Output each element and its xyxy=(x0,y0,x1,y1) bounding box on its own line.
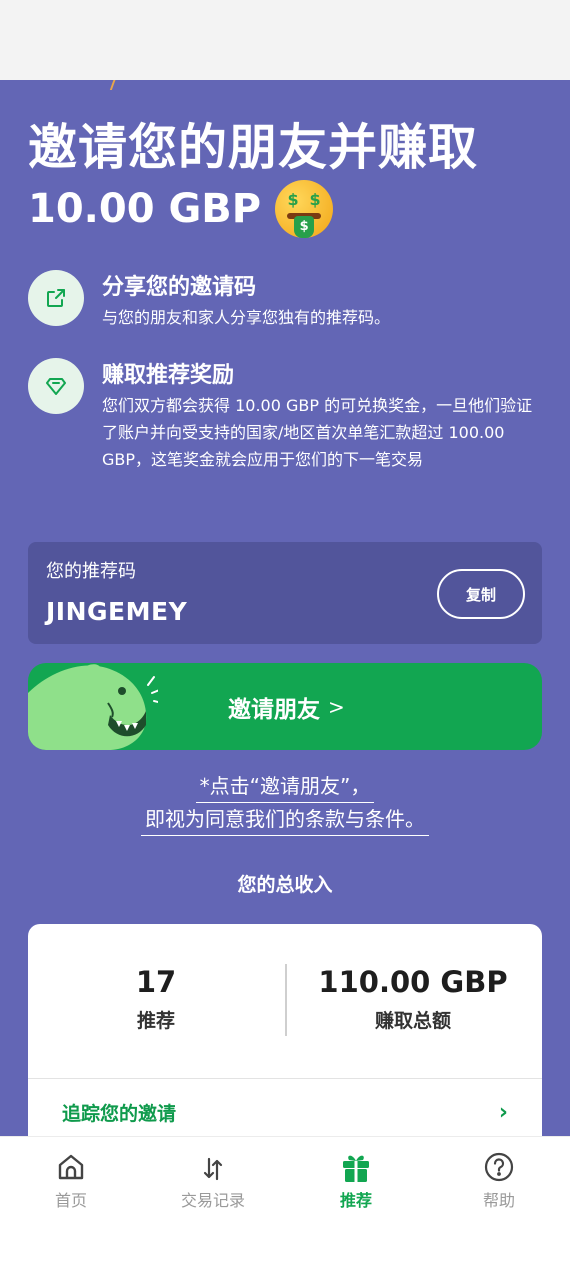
bottom-nav: 首页 交易记录 推荐 帮助 xyxy=(0,1136,570,1280)
referral-code-card: 您的推荐码 JINGEMEY 复制 xyxy=(28,542,542,644)
total-earnings-heading: 您的总收入 xyxy=(237,874,333,896)
help-icon xyxy=(449,1149,549,1183)
feature-heading: 赚取推荐奖励 xyxy=(102,363,235,388)
referral-page: 邀请您的朋友并赚取 10.00 GBP $ $ $ 分享您的邀请码 与您的朋友和… xyxy=(0,80,570,1136)
terms-line-1: *点击“邀请朋友”， xyxy=(195,770,375,803)
transactions-icon xyxy=(163,1149,263,1183)
nav-label: 帮助 xyxy=(482,1191,515,1210)
invite-button-label: 邀请朋友 > xyxy=(228,663,345,750)
referrals-label: 推荐 xyxy=(136,1010,175,1032)
feature-share: 分享您的邀请码 与您的朋友和家人分享您独有的推荐码。 xyxy=(28,270,548,331)
referral-code-label: 您的推荐码 xyxy=(46,561,136,582)
track-invites-label: 追踪您的邀请 xyxy=(62,1102,177,1125)
nav-item-home[interactable]: 首页 xyxy=(21,1149,121,1211)
money-mouth-face-icon: $ $ $ xyxy=(275,180,334,238)
reward-amount-row: 10.00 GBP $ $ $ xyxy=(28,180,334,238)
nav-item-referrals[interactable]: 推荐 xyxy=(306,1149,406,1211)
page-title: 邀请您的朋友并赚取 xyxy=(28,119,479,176)
share-icon xyxy=(28,270,84,326)
nav-label: 交易记录 xyxy=(180,1191,245,1210)
stat-divider xyxy=(285,964,287,1036)
nav-item-transactions[interactable]: 交易记录 xyxy=(163,1149,263,1211)
referral-code-value: JINGEMEY xyxy=(46,597,188,626)
nav-label: 推荐 xyxy=(339,1191,372,1210)
chevron-right-icon: › xyxy=(498,1099,508,1125)
terms-line-2: 即视为同意我们的条款与条件。 xyxy=(141,803,429,836)
feature-reward: 赚取推荐奖励 您们双方都会获得 10.00 GBP 的可兑换奖金，一旦他们验证了… xyxy=(28,358,548,473)
referrals-stat: 17 推荐 xyxy=(56,964,256,1034)
nav-item-help[interactable]: 帮助 xyxy=(449,1149,549,1211)
feature-heading: 分享您的邀请码 xyxy=(102,275,257,300)
referrals-count: 17 xyxy=(135,965,177,999)
card-divider xyxy=(28,1078,542,1079)
chevron-right-icon: > xyxy=(328,694,345,719)
diamond-icon xyxy=(28,358,84,414)
earnings-card: 17 推荐 110.00 GBP 赚取总额 追踪您的邀请 › xyxy=(28,924,542,1136)
track-invites-link[interactable]: 追踪您的邀请 › xyxy=(28,1090,542,1134)
home-icon xyxy=(21,1149,121,1183)
decorative-mark xyxy=(109,80,123,90)
feature-description: 您们双方都会获得 10.00 GBP 的可兑换奖金，一旦他们验证了账户并向受支持… xyxy=(102,396,533,469)
earned-total: 110.00 GBP xyxy=(318,965,508,999)
copy-button[interactable]: 复制 xyxy=(437,569,525,619)
status-bar-area xyxy=(0,0,570,80)
terms-link[interactable]: *点击“邀请朋友”， 即视为同意我们的条款与条件。 xyxy=(0,770,570,836)
invite-friends-button[interactable]: 邀请朋友 > xyxy=(28,663,542,750)
nav-label: 首页 xyxy=(54,1191,87,1210)
dinosaur-mascot-icon xyxy=(28,664,158,750)
gift-icon xyxy=(306,1149,406,1183)
earned-stat: 110.00 GBP 赚取总额 xyxy=(298,964,528,1034)
reward-amount: 10.00 GBP xyxy=(28,186,262,232)
invite-label-text: 邀请朋友 xyxy=(228,696,320,723)
earned-label: 赚取总额 xyxy=(374,1010,451,1032)
feature-description: 与您的朋友和家人分享您独有的推荐码。 xyxy=(102,308,391,327)
